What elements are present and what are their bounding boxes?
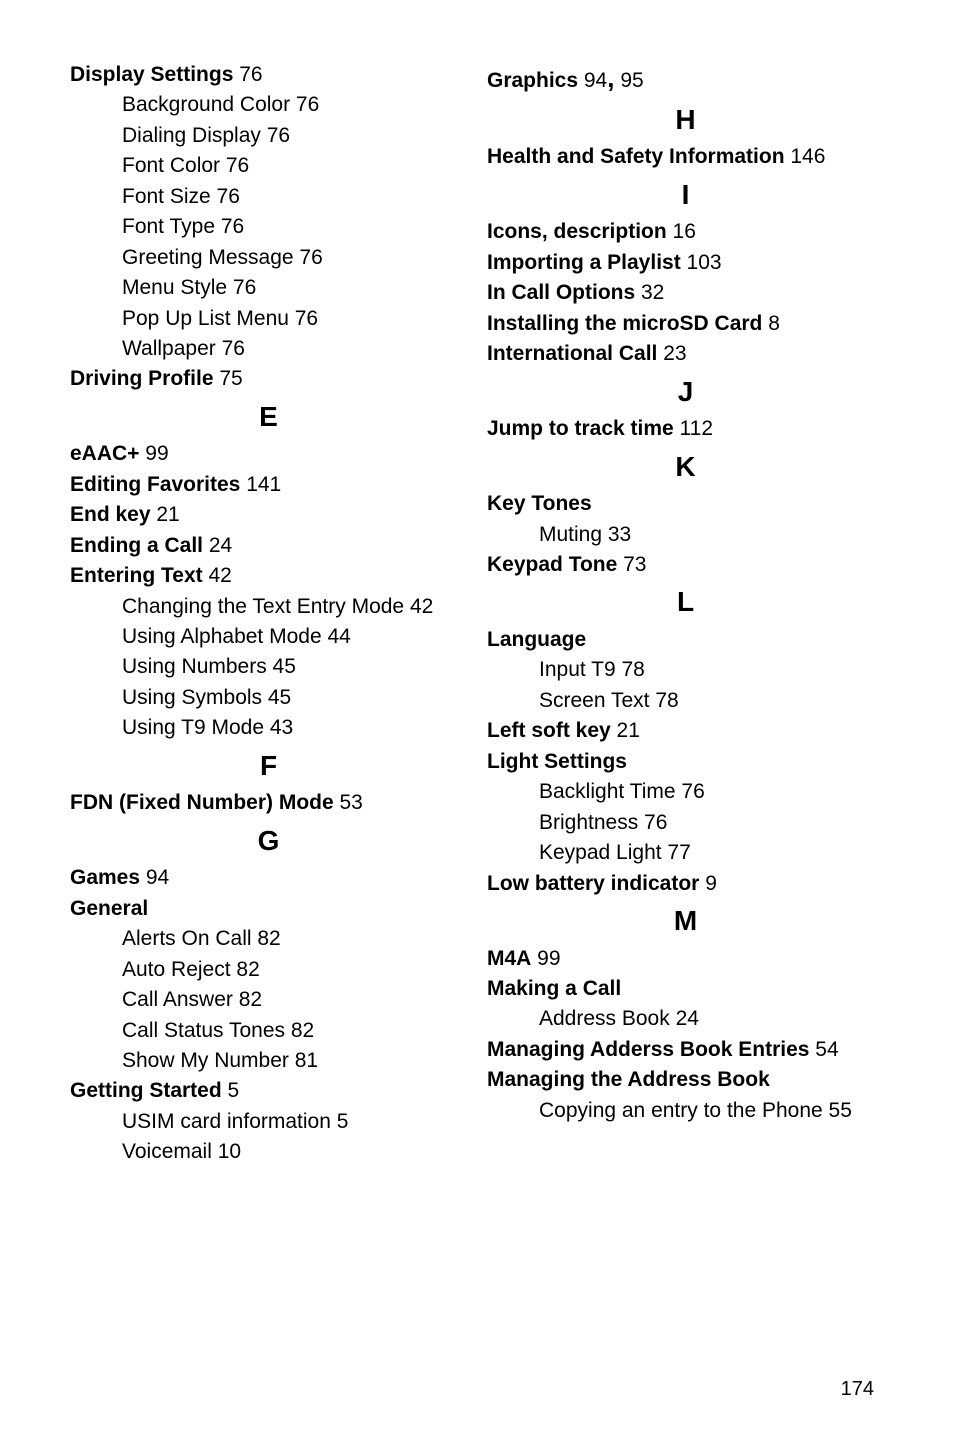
index-section-head: I: [487, 175, 884, 216]
index-term: Entering Text: [70, 564, 203, 587]
index-subentry: Dialing Display 76: [70, 121, 467, 151]
index-subentry: Greeting Message 76: [70, 243, 467, 273]
index-term: eAAC+: [70, 442, 139, 465]
index-topic: Making a Call: [487, 974, 884, 1004]
index-topic: Keypad Tone 73: [487, 550, 884, 580]
index-subentry: Brightness 76: [487, 808, 884, 838]
index-topic: Icons, description 16: [487, 217, 884, 247]
index-subentry: Changing the Text Entry Mode 42: [70, 592, 467, 622]
index-term: Jump to track time: [487, 417, 674, 440]
index-section-head: K: [487, 447, 884, 488]
index-topic: Key Tones: [487, 489, 884, 519]
index-term: Managing the Address Book: [487, 1068, 770, 1091]
index-term: Low battery indicator: [487, 872, 699, 895]
index-topic: Installing the microSD Card 8: [487, 309, 884, 339]
index-topic: Entering Text 42: [70, 561, 467, 591]
index-topic: Editing Favorites 141: [70, 470, 467, 500]
index-subentry: USIM card information 5: [70, 1107, 467, 1137]
index-term: Display Settings: [70, 63, 233, 86]
index-subentry: Copying an entry to the Phone 55: [487, 1096, 884, 1126]
index-subentry: Font Type 76: [70, 212, 467, 242]
index-subentry: Using Symbols 45: [70, 683, 467, 713]
index-term: Managing Adderss Book Entries: [487, 1038, 809, 1061]
index-section-head: E: [70, 397, 467, 438]
index-topic: Driving Profile 75: [70, 364, 467, 394]
index-topic: Managing the Address Book: [487, 1065, 884, 1095]
index-topic: Left soft key 21: [487, 716, 884, 746]
index-term: End key: [70, 503, 151, 526]
index-term: Importing a Playlist: [487, 251, 681, 274]
index-topic: In Call Options 32: [487, 278, 884, 308]
index-left-column: Display Settings 76Background Color 76Di…: [70, 60, 467, 1168]
index-term: Keypad Tone: [487, 553, 617, 576]
index-topic: Light Settings: [487, 747, 884, 777]
index-term: FDN (Fixed Number) Mode: [70, 791, 334, 814]
index-subentry: Show My Number 81: [70, 1046, 467, 1076]
index-section-head: M: [487, 901, 884, 942]
index-term: Editing Favorites: [70, 473, 240, 496]
index-term: M4A: [487, 947, 531, 970]
index-term: International Call: [487, 342, 657, 365]
index-section-head: H: [487, 100, 884, 141]
index-term: Key Tones: [487, 492, 592, 515]
index-topic: Managing Adderss Book Entries 54: [487, 1035, 884, 1065]
index-section-head: F: [70, 746, 467, 787]
index-topic: International Call 23: [487, 339, 884, 369]
index-subentry: Input T9 78: [487, 655, 884, 685]
index-topic: Display Settings 76: [70, 60, 467, 90]
index-term: Light Settings: [487, 750, 627, 773]
index-subentry: Alerts On Call 82: [70, 924, 467, 954]
index-term: Games: [70, 866, 140, 889]
index-subentry: Call Status Tones 82: [70, 1016, 467, 1046]
index-subentry: Font Size 76: [70, 182, 467, 212]
index-right-column: Graphics 94, 95HHealth and Safety Inform…: [487, 60, 884, 1168]
index-term: In Call Options: [487, 281, 635, 304]
index-term: Driving Profile: [70, 367, 214, 390]
index-term: Language: [487, 628, 586, 651]
index-topic: M4A 99: [487, 944, 884, 974]
index-term: Ending a Call: [70, 534, 203, 557]
index-section-head: J: [487, 372, 884, 413]
index-topic: FDN (Fixed Number) Mode 53: [70, 788, 467, 818]
index-topic: Getting Started 5: [70, 1076, 467, 1106]
index-topic: eAAC+ 99: [70, 439, 467, 469]
index-subentry: Using Alphabet Mode 44: [70, 622, 467, 652]
index-topic: Language: [487, 625, 884, 655]
index-subentry: Keypad Light 77: [487, 838, 884, 868]
index-subentry: Pop Up List Menu 76: [70, 304, 467, 334]
index-topic: Jump to track time 112: [487, 414, 884, 444]
index-subentry: Using Numbers 45: [70, 652, 467, 682]
index-subentry: Voicemail 10: [70, 1137, 467, 1167]
index-subentry: Backlight Time 76: [487, 777, 884, 807]
index-subentry: Auto Reject 82: [70, 955, 467, 985]
index-topic: Health and Safety Information 146: [487, 142, 884, 172]
index-topic: Games 94: [70, 863, 467, 893]
index-term: Getting Started: [70, 1079, 222, 1102]
index-term: Health and Safety Information: [487, 145, 785, 168]
index-subentry: Font Color 76: [70, 151, 467, 181]
index-term: Icons, description: [487, 220, 667, 243]
index-topic: Graphics 94, 95: [487, 60, 884, 98]
index-subentry: Screen Text 78: [487, 686, 884, 716]
index-term: General: [70, 897, 148, 920]
index-term: Installing the microSD Card: [487, 312, 762, 335]
index-topic: Ending a Call 24: [70, 531, 467, 561]
index-subentry: Address Book 24: [487, 1004, 884, 1034]
index-topic: End key 21: [70, 500, 467, 530]
index-topic: General: [70, 894, 467, 924]
index-subentry: Using T9 Mode 43: [70, 713, 467, 743]
index-subentry: Menu Style 76: [70, 273, 467, 303]
index-topic: Importing a Playlist 103: [487, 248, 884, 278]
index-subentry: Background Color 76: [70, 90, 467, 120]
index-term: Making a Call: [487, 977, 621, 1000]
index-term: Left soft key: [487, 719, 611, 742]
index-section-head: G: [70, 821, 467, 862]
index-subentry: Wallpaper 76: [70, 334, 467, 364]
page-number: 174: [841, 1378, 874, 1401]
index-subentry: Muting 33: [487, 520, 884, 550]
index-subentry: Call Answer 82: [70, 985, 467, 1015]
index-section-head: L: [487, 582, 884, 623]
index-topic: Low battery indicator 9: [487, 869, 884, 899]
